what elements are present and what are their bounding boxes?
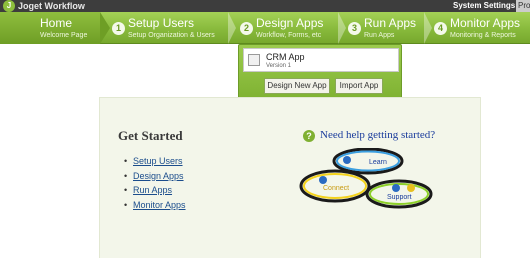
get-started-panel: Get Started Setup Users Design Apps Run …: [99, 97, 481, 258]
connect-node-icon: [319, 176, 327, 184]
app-icon: [248, 54, 260, 66]
learn-label: Learn: [369, 159, 387, 166]
nav-separator-icon: [424, 12, 432, 44]
nav-separator-icon: [228, 12, 236, 44]
nav-setup-users-sub: Setup Organization & Users: [128, 32, 215, 39]
get-started-title: Get Started: [118, 128, 183, 143]
design-apps-dropdown: CRM App Version 1 Design New App Import …: [238, 44, 402, 100]
nav-design-apps-sub: Workflow, Forms, etc: [256, 32, 322, 39]
profile-link[interactable]: Pro: [516, 0, 530, 12]
import-app-button[interactable]: Import App: [335, 78, 383, 94]
nav-separator-icon: [338, 12, 346, 44]
help-icon[interactable]: ?: [303, 130, 315, 142]
nav-monitor-apps[interactable]: 4 Monitor Apps Monitoring & Reports: [432, 12, 530, 44]
nav-arrow-icon: [100, 12, 110, 44]
nav-design-apps-label: Design Apps: [256, 16, 324, 30]
link-run-apps[interactable]: Run Apps: [124, 183, 186, 198]
nav-setup-users-label: Setup Users: [128, 16, 195, 30]
step-1-badge: 1: [112, 22, 125, 35]
step-4-badge: 4: [434, 22, 447, 35]
nav-run-apps[interactable]: 3 Run Apps Run Apps: [346, 12, 426, 44]
connect-label: Connect: [323, 185, 349, 192]
nav-home-label: Home: [40, 16, 73, 30]
link-setup-users[interactable]: Setup Users: [124, 154, 186, 169]
support-label: Support: [387, 194, 412, 201]
link-monitor-apps[interactable]: Monitor Apps: [124, 198, 185, 213]
learn-node-icon: [343, 156, 351, 164]
support-node-icon: [392, 184, 400, 192]
step-2-badge: 2: [240, 22, 253, 35]
top-bar: J Joget Workflow System Settings Pro: [0, 0, 530, 12]
link-design-apps[interactable]: Design Apps: [124, 169, 186, 184]
nav-setup-users[interactable]: 1 Setup Users Setup Organization & Users: [110, 12, 224, 44]
learn-connect-support-diagram[interactable]: Learn Connect Support: [299, 148, 439, 218]
nav-design-apps[interactable]: 2 Design Apps Workflow, Forms, etc: [238, 12, 338, 44]
app-list-item-crm[interactable]: CRM App Version 1: [243, 48, 399, 72]
app-title[interactable]: Joget Workflow: [18, 0, 85, 12]
system-settings-link[interactable]: System Settings: [453, 0, 515, 12]
app-name: CRM App: [266, 52, 305, 62]
nav-monitor-apps-sub: Monitoring & Reports: [450, 32, 516, 39]
step-3-badge: 3: [348, 22, 361, 35]
support-node-icon: [407, 184, 415, 192]
nav-home-sub: Welcome Page: [40, 32, 88, 39]
design-new-app-button[interactable]: Design New App: [264, 78, 330, 94]
help-link[interactable]: Need help getting started?: [320, 129, 435, 141]
get-started-links: Setup Users Design Apps Run Apps Monitor…: [124, 154, 186, 213]
nav-run-apps-sub: Run Apps: [364, 32, 395, 39]
nav-monitor-apps-label: Monitor Apps: [450, 16, 521, 30]
nav-home[interactable]: Home Welcome Page: [0, 12, 100, 44]
main-nav: Home Welcome Page 1 Setup Users Setup Or…: [0, 12, 530, 44]
app-version: Version 1: [266, 63, 292, 69]
nav-run-apps-label: Run Apps: [364, 16, 417, 30]
joget-logo-icon[interactable]: J: [3, 0, 15, 12]
